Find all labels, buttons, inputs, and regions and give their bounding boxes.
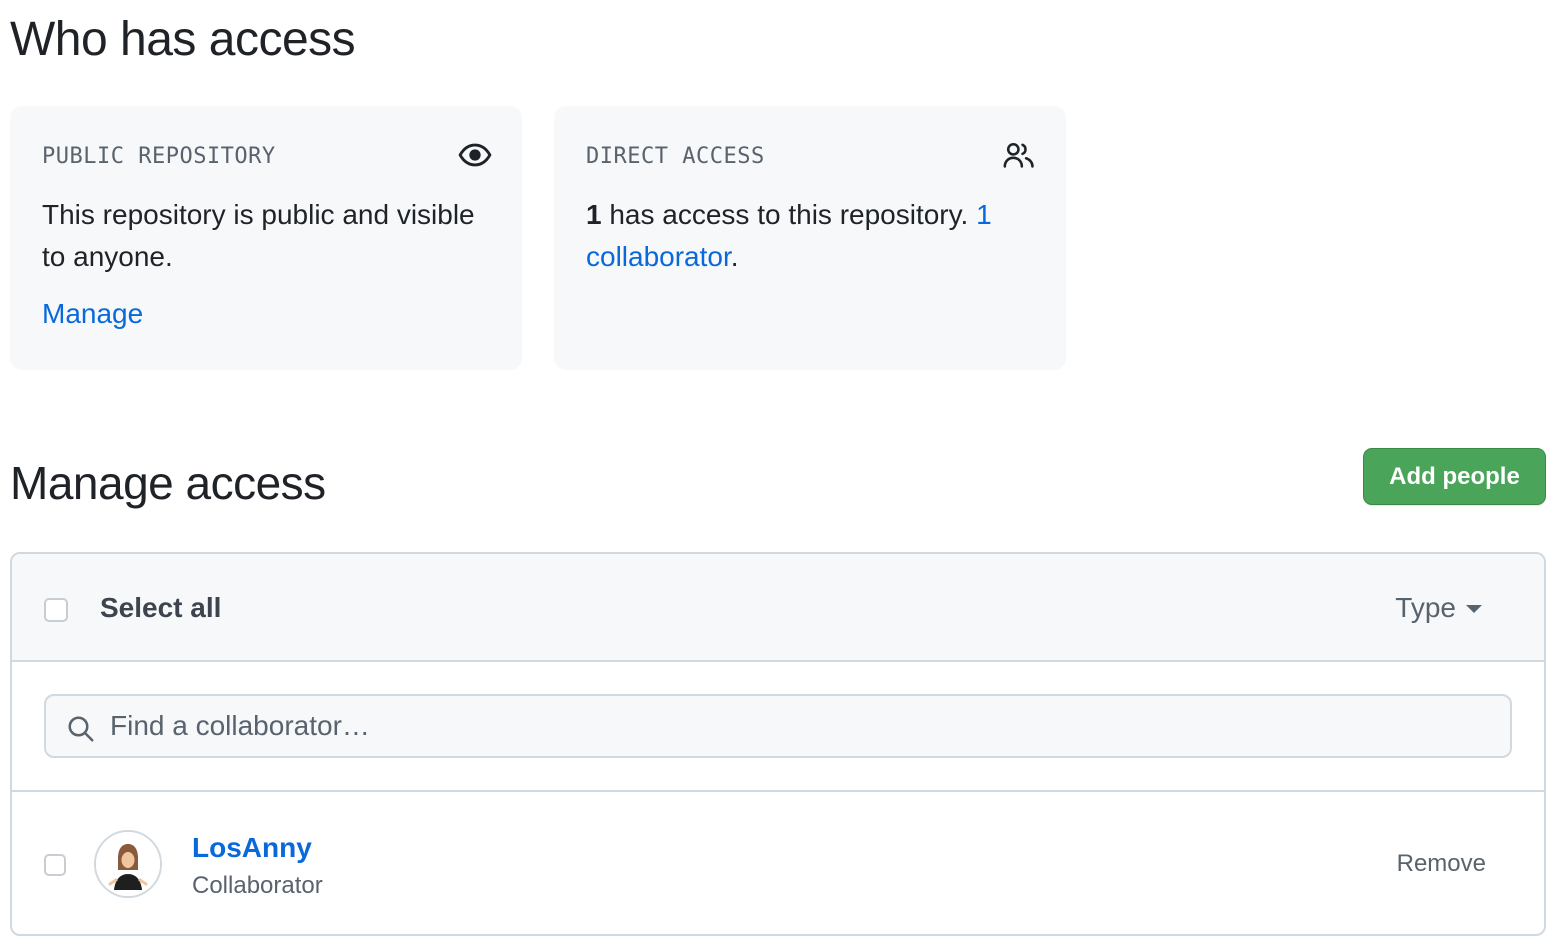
public-repository-card: PUBLIC REPOSITORY This repository is pub… bbox=[10, 106, 522, 370]
public-repository-label: PUBLIC REPOSITORY bbox=[42, 144, 276, 169]
collaborator-search-input[interactable] bbox=[110, 704, 1490, 748]
collaborators-table: Select all Type LosAnny Collabor bbox=[10, 552, 1546, 936]
access-count: 1 bbox=[586, 199, 602, 230]
public-repository-description: This repository is public and visible to… bbox=[42, 199, 475, 272]
direct-access-suffix: . bbox=[730, 241, 739, 272]
caret-down-icon bbox=[1466, 605, 1482, 613]
direct-access-card: DIRECT ACCESS 1 has access to this repos… bbox=[554, 106, 1066, 370]
direct-access-label: DIRECT ACCESS bbox=[586, 144, 765, 169]
direct-access-description: 1 has access to this repository. 1 colla… bbox=[586, 194, 1036, 278]
collaborator-checkbox[interactable] bbox=[44, 854, 66, 876]
select-all-checkbox[interactable] bbox=[44, 598, 68, 622]
collaborator-username-link[interactable]: LosAnny bbox=[192, 832, 312, 864]
add-people-button[interactable]: Add people bbox=[1363, 448, 1546, 505]
search-row bbox=[12, 662, 1544, 792]
select-all-label[interactable]: Select all bbox=[100, 592, 221, 624]
collaborator-search-box[interactable] bbox=[44, 694, 1512, 758]
collaborator-role: Collaborator bbox=[192, 872, 323, 899]
eye-icon bbox=[458, 138, 492, 172]
type-filter-dropdown[interactable]: Type bbox=[1395, 592, 1482, 624]
avatar[interactable] bbox=[94, 830, 162, 898]
table-header: Select all Type bbox=[12, 554, 1544, 662]
collaborator-row: LosAnny Collaborator Remove bbox=[12, 792, 1544, 934]
search-icon bbox=[68, 716, 94, 742]
remove-collaborator-button[interactable]: Remove bbox=[1397, 850, 1486, 878]
type-filter-label: Type bbox=[1395, 592, 1456, 623]
people-icon bbox=[1002, 138, 1036, 172]
who-has-access-heading: Who has access bbox=[10, 13, 356, 66]
manage-visibility-link[interactable]: Manage bbox=[42, 298, 143, 330]
manage-access-heading: Manage access bbox=[10, 457, 326, 509]
direct-access-text: has access to this repository. bbox=[601, 199, 977, 230]
